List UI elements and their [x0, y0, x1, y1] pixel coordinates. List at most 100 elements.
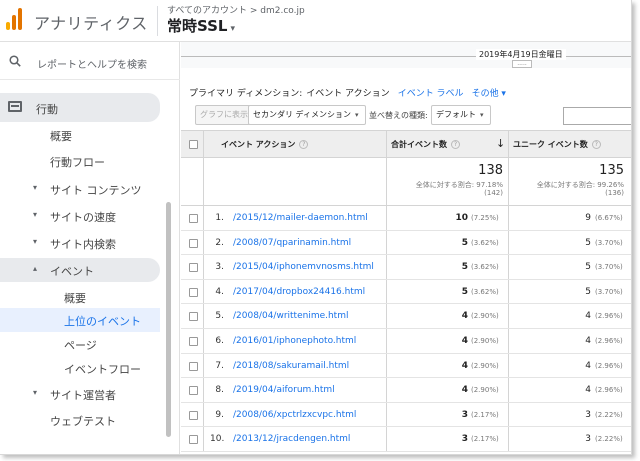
event-action-link[interactable]: /2015/12/mailer-daemon.html — [233, 213, 368, 223]
plot-rows-button[interactable]: グラフに表示 — [195, 105, 253, 125]
column-divider — [508, 230, 509, 255]
unique-events-percent: (6.67%) — [595, 214, 623, 222]
chevron-down-icon: ▾ — [33, 183, 38, 192]
event-action-link[interactable]: /2016/01/iphonephoto.html — [233, 336, 356, 346]
row-checkbox[interactable] — [189, 410, 198, 420]
table-toolbar: グラフに表示 セカンダリ ディメンション ▾ 並べ替えの種類: デフォルト ▾ — [181, 105, 631, 127]
help-icon[interactable]: ? — [451, 140, 460, 149]
row-checkbox[interactable] — [189, 337, 198, 346]
sidebar-item-label: サイト コンテンツ — [50, 184, 142, 197]
chevron-down-icon: ▾ — [480, 111, 484, 119]
sidebar-scrollbar[interactable] — [166, 202, 171, 437]
unique-events-cell: 5 — [585, 286, 591, 297]
help-icon[interactable]: ? — [299, 140, 309, 149]
unique-events-percent: (3.70%) — [595, 287, 623, 296]
table-row: 8./2019/04/aiforum.html 4 (2.90%) 4 (2.96%) — [181, 378, 631, 403]
sidebar-item-publisher[interactable]: ▾ サイト運営者 — [0, 382, 160, 406]
total-events-cell: 4 — [461, 360, 468, 371]
dimension-event-label-link[interactable]: イベント ラベル — [398, 89, 464, 99]
unique-events-percent: (2.96%) — [595, 361, 623, 370]
row-checkbox[interactable] — [189, 361, 198, 371]
row-checkbox[interactable] — [189, 435, 198, 445]
column-divider — [508, 402, 509, 427]
total-events-percent: (2.17%) — [471, 435, 499, 444]
date-marker[interactable]: ..... — [512, 60, 532, 68]
event-action-link[interactable]: /2008/06/xpctrlzxcvpc.html — [233, 410, 356, 420]
sidebar-item-label: イベントフロー — [64, 363, 141, 376]
analytics-window: アナリティクス すべてのアカウント > dm2.co.jp 常時SSL ▾ レポー… — [0, 0, 632, 455]
help-icon[interactable]: ? — [591, 140, 601, 149]
col-header-event-action[interactable]: イベント アクション? — [221, 139, 309, 150]
select-all-checkbox[interactable] — [189, 140, 198, 149]
sidebar-section-behavior[interactable]: 行動 — [0, 93, 160, 122]
row-checkbox[interactable] — [189, 238, 198, 248]
total-events-percent: (3.62%) — [471, 238, 499, 247]
dimension-other-link[interactable]: その他 ▾ — [472, 89, 506, 99]
col-header-total-events[interactable]: 合計イベント数? — [391, 139, 460, 150]
secondary-dimension-dropdown[interactable]: セカンダリ ディメンション ▾ — [248, 105, 366, 125]
sidebar-item-behavior-flow[interactable]: 行動フロー — [0, 149, 160, 173]
column-divider — [386, 353, 387, 378]
event-action-link[interactable]: /2019/04/aiforum.html — [233, 385, 335, 395]
total-events-cell: 5 — [461, 237, 468, 248]
sidebar-item-label: イベント — [50, 265, 94, 278]
sort-descending-icon[interactable]: ↓ — [496, 137, 505, 150]
sidebar-item-events-overview[interactable]: 概要 — [0, 285, 160, 309]
row-checkbox[interactable] — [189, 214, 198, 223]
row-checkbox[interactable] — [189, 312, 198, 322]
event-action-link[interactable]: /2017/04/dropbox24416.html — [233, 287, 365, 297]
column-divider — [386, 304, 387, 328]
top-header: アナリティクス すべてのアカウント > dm2.co.jp 常時SSL ▾ — [0, 0, 631, 42]
sidebar-item-overview[interactable]: 概要 — [0, 123, 160, 147]
sidebar-item-events[interactable]: ▴ イベント — [0, 258, 160, 282]
property-selector[interactable]: 常時SSL ▾ — [167, 15, 235, 36]
table-row: 6./2016/01/iphonephoto.html 4 (2.90%) 4 (2.9… — [181, 329, 631, 354]
column-divider — [203, 279, 204, 304]
sidebar-item-events-flow[interactable]: イベントフロー — [0, 356, 160, 380]
sidebar-item-pages[interactable]: ページ — [0, 332, 160, 356]
column-divider — [386, 402, 387, 427]
row-checkbox[interactable] — [189, 386, 198, 396]
table-row: 9./2008/06/xpctrlzxcvpc.html 3 (2.17%) 3 (2.… — [181, 402, 631, 428]
event-action-link[interactable]: /2018/08/sakuramail.html — [233, 361, 349, 371]
sort-type-dropdown[interactable]: デフォルト ▾ — [431, 105, 491, 125]
unique-events-cell: 5 — [585, 237, 591, 248]
row-index: 5. — [215, 311, 224, 322]
col-header-unique-events[interactable]: ユニーク イベント数? — [513, 139, 601, 150]
chevron-down-icon: ▾ — [354, 111, 359, 119]
report-search[interactable]: レポートとヘルプを検索 — [0, 42, 180, 80]
sidebar-item-site-search[interactable]: ▾ サイト内検索 — [0, 231, 160, 255]
unique-events-cell: 4 — [585, 360, 591, 371]
sidebar-item-experiments[interactable]: ウェブテスト — [0, 408, 160, 432]
column-divider — [508, 378, 509, 402]
event-action-link[interactable]: /2015/04/iphonemvnosms.html — [233, 262, 374, 272]
analytics-logo-icon[interactable] — [6, 8, 22, 30]
sidebar: レポートとヘルプを検索 行動 概要 行動フロー ▾ サイト コンテンツ ▾ サイ… — [0, 42, 180, 454]
sidebar-item-label: 行動フロー — [50, 156, 105, 169]
column-divider — [203, 427, 204, 451]
event-action-link[interactable]: /2008/07/qparinamin.html — [233, 238, 351, 248]
total-events-cell: 4 — [461, 336, 468, 346]
search-icon — [9, 55, 21, 67]
primary-dimension-row: プライマリ ディメンション: イベント アクション イベント ラベル その他 ▾ — [189, 86, 506, 99]
chevron-down-icon: ▾ — [33, 210, 38, 219]
total-events-percent: (3.62%) — [471, 287, 499, 296]
row-checkbox[interactable] — [189, 287, 198, 297]
table-row: 3./2015/04/iphonemvnosms.html 5 (3.62%) 5 (3… — [181, 255, 631, 280]
event-action-link[interactable]: /2008/04/writtenime.html — [233, 311, 348, 321]
row-checkbox[interactable] — [189, 263, 198, 273]
sidebar-item-top-events[interactable]: 上位のイベント — [0, 308, 160, 332]
sidebar-item-site-speed[interactable]: ▾ サイトの速度 — [0, 204, 160, 228]
event-action-link[interactable]: /2013/12/jracdengen.html — [233, 434, 350, 444]
total-events-percent: (2.90%) — [471, 386, 499, 395]
unique-events-cell: 5 — [585, 262, 591, 273]
unique-events-all: (136) — [605, 189, 624, 197]
table-search-input[interactable] — [563, 107, 631, 125]
column-divider — [508, 427, 509, 451]
total-events-cell: 4 — [461, 311, 468, 322]
column-divider — [508, 304, 509, 328]
sort-type-value: デフォルト — [436, 110, 476, 119]
table-row: 2./2008/07/qparinamin.html 5 (3.62%) 5 (3.70… — [181, 230, 631, 256]
unique-events-cell: 4 — [585, 336, 591, 346]
sidebar-item-site-content[interactable]: ▾ サイト コンテンツ — [0, 177, 160, 201]
